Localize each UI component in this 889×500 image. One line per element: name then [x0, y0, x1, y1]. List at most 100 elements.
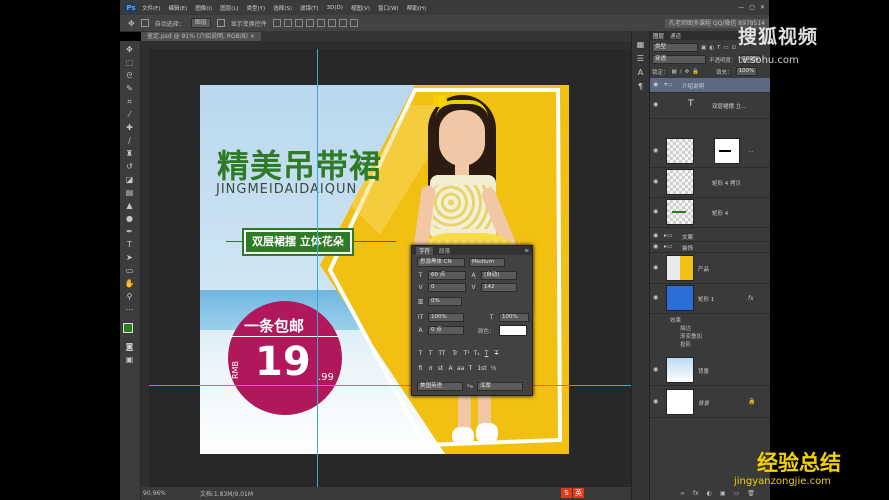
visibility-eye-icon[interactable]: ◉ [653, 82, 660, 88]
more-tools-icon[interactable]: ⋯ [124, 304, 135, 315]
layer-row-background-locked[interactable]: ◉ 背景 🔒 [650, 387, 770, 418]
ordinals-button[interactable]: 1st [477, 365, 487, 373]
layer-row-group-decor[interactable]: ◉ ▸▭ 装饰 [650, 241, 770, 253]
visibility-eye-icon[interactable]: ◉ [653, 233, 660, 239]
visibility-eye-icon[interactable]: ◉ [653, 148, 660, 154]
blend-mode-select[interactable]: 穿透 [652, 55, 706, 64]
menu-window[interactable]: 窗口(W) [378, 4, 399, 12]
fractions-button[interactable]: ½ [490, 365, 497, 373]
font-size-field[interactable]: 60 点 [428, 271, 466, 280]
visibility-eye-icon[interactable]: ◉ [653, 295, 660, 301]
small-caps-button[interactable]: Tr [450, 350, 460, 358]
menu-filter[interactable]: 滤镜(T) [300, 4, 319, 12]
filter-type-icon[interactable]: T [717, 45, 720, 51]
font-style-select[interactable]: Medium [469, 258, 505, 267]
align-bottom-icon[interactable] [294, 19, 303, 27]
discretionary-ligature-button[interactable]: st [437, 365, 444, 373]
lock-paint-icon[interactable]: ∕ [680, 69, 682, 75]
language-select[interactable]: 美国英语 [417, 382, 463, 391]
quick-select-icon[interactable]: ✎ [124, 83, 135, 94]
menu-3d[interactable]: 3D(D) [327, 5, 343, 11]
menu-edit[interactable]: 编辑(E) [168, 4, 187, 12]
visibility-eye-icon[interactable]: ◉ [653, 179, 660, 185]
document-size[interactable]: 文档:1.83M/9.01M [200, 489, 253, 498]
visibility-eye-icon[interactable]: ◉ [653, 244, 660, 250]
antialias-select[interactable]: 浑厚 [476, 382, 523, 391]
strikethrough-button[interactable]: T [493, 350, 500, 358]
rectangle-icon[interactable]: ▭ [124, 265, 135, 276]
visibility-eye-icon[interactable]: ◉ [653, 265, 660, 271]
filter-smart-icon[interactable]: ⊡ [732, 45, 737, 51]
align-left-icon[interactable] [305, 19, 314, 27]
headline-text[interactable]: 精美吊带裙 [217, 141, 382, 187]
align-middle-icon[interactable] [283, 19, 292, 27]
vertical-guide[interactable] [317, 49, 318, 487]
lock-pixels-icon[interactable]: ▦ [672, 69, 677, 75]
layer-row-product[interactable]: ◉ 产品 [650, 253, 770, 284]
visibility-eye-icon[interactable]: ◉ [653, 209, 660, 215]
healing-icon[interactable]: ✚ [124, 122, 135, 133]
effect-stroke[interactable]: 描边 [670, 325, 702, 333]
move-tool-icon[interactable]: ✥ [128, 19, 135, 28]
minimize-button[interactable]: — [738, 4, 744, 11]
stamp-icon[interactable]: ♜ [124, 148, 135, 159]
menu-file[interactable]: 文件(F) [142, 4, 160, 12]
align-right-icon[interactable] [327, 19, 336, 27]
history-brush-icon[interactable]: ↺ [124, 161, 135, 172]
move-icon[interactable]: ✥ [124, 44, 135, 55]
tab-channels[interactable]: 通道 [670, 32, 681, 40]
free-shipping-text[interactable]: 一条包邮 [244, 315, 304, 336]
faux-italic-button[interactable]: T [427, 350, 434, 358]
link-layers-icon[interactable]: ∞ [680, 490, 685, 497]
lock-move-icon[interactable]: ✥ [685, 69, 690, 75]
layer-row-group-selected[interactable]: ◉ ▾▭ 介绍说明 [650, 78, 770, 93]
properties-panel-icon[interactable]: ☰ [635, 53, 646, 64]
blur-icon[interactable]: ▲ [124, 200, 135, 211]
eraser-icon[interactable]: ◪ [124, 174, 135, 185]
tab-character[interactable]: 字符 [416, 246, 434, 255]
history-panel-icon[interactable]: ▦ [635, 39, 646, 50]
font-family-select[interactable]: 思源黑体 CN [417, 258, 465, 267]
brush-icon[interactable]: ∕ [124, 135, 135, 146]
layer-row-rect4-copy[interactable]: ◉ 矩形 4 拷贝 [650, 167, 770, 198]
align-top-icon[interactable] [272, 19, 281, 27]
text-color-swatch[interactable] [498, 325, 527, 336]
menu-type[interactable]: 类型(Y) [247, 4, 266, 12]
document-tab[interactable]: 鉴定.psd @ 91% (介绍说明, RGB/8) × [141, 32, 261, 41]
align-center-icon[interactable] [316, 19, 325, 27]
lasso-icon[interactable]: ᘓ [124, 70, 135, 81]
maximize-button[interactable]: ▢ [749, 4, 755, 11]
quick-mask-icon[interactable]: ◙ [124, 341, 135, 352]
menu-view[interactable]: 视图(V) [351, 4, 370, 12]
ime-mode[interactable]: 英 [573, 488, 584, 498]
paragraph-panel-icon[interactable]: ¶ [635, 81, 646, 92]
layer-row-text[interactable]: ◉ T 双层裙摆 立... [650, 92, 770, 119]
layer-row-background-image[interactable]: ◉ 背景 [650, 355, 770, 386]
old-style-button[interactable]: ơ [427, 365, 434, 373]
filter-pixel-icon[interactable]: ▣ [701, 45, 706, 51]
delete-layer-icon[interactable]: 🗑 [747, 490, 755, 497]
marquee-icon[interactable]: ⬚ [124, 57, 135, 68]
zoom-level[interactable]: 90.96% [143, 490, 166, 497]
panel-menu-icon[interactable]: ≡ [524, 248, 529, 254]
zoom-icon[interactable]: ⚲ [124, 291, 135, 302]
tab-layers[interactable]: 图层 [653, 32, 664, 40]
eyedropper-icon[interactable]: ⁄ [124, 109, 135, 120]
tracking-field[interactable]: 142 [481, 283, 517, 292]
screen-mode-icon[interactable]: ▣ [124, 354, 135, 365]
horizontal-guide[interactable] [149, 385, 631, 386]
stylistic-alt-button[interactable]: aa [457, 365, 464, 373]
menu-layer[interactable]: 图层(L) [220, 4, 238, 12]
new-layer-icon[interactable]: ▭ [734, 490, 740, 497]
auto-select-checkbox[interactable] [140, 19, 149, 27]
tagline-box[interactable]: 双层裙摆 立体花朵 [242, 228, 354, 256]
show-transform-checkbox[interactable] [216, 19, 225, 27]
gradient-icon[interactable]: ▤ [124, 187, 135, 198]
faux-bold-button[interactable]: T [417, 350, 424, 358]
superscript-button[interactable]: T¹ [463, 350, 470, 358]
swash-button[interactable]: A [447, 365, 454, 373]
hand-icon[interactable]: ✋ [124, 278, 135, 289]
fx-icon[interactable]: fx [748, 295, 754, 302]
underline-button[interactable]: T [483, 350, 490, 358]
visibility-eye-icon[interactable]: ◉ [653, 102, 660, 108]
